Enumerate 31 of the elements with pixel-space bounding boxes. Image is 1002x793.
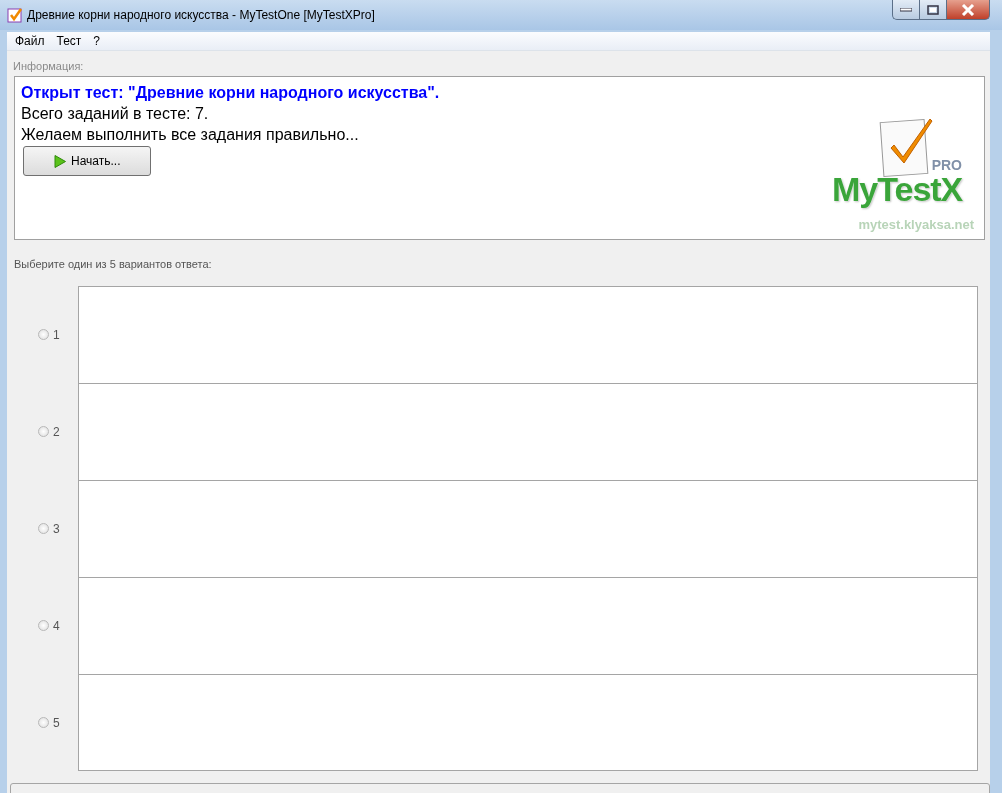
info-line: Желаем выполнить все задания правильно...	[21, 125, 359, 145]
radio-button[interactable]	[38, 620, 49, 631]
menu-item[interactable]: Файл	[9, 32, 51, 50]
test-heading: Открыт тест: "Древние корни народного искусства".	[21, 83, 440, 103]
radio-button[interactable]	[38, 426, 49, 437]
section-label: Информация:	[12, 59, 85, 72]
logo-text: MyTestX	[832, 170, 963, 209]
radio-button[interactable]	[38, 329, 49, 340]
option-number: 5	[53, 715, 60, 730]
menu-item[interactable]: ?	[87, 32, 107, 50]
logo-url: mytest.klyaksa.net	[858, 217, 974, 232]
minimize-icon	[900, 7, 912, 12]
start-button[interactable]: Начать...	[23, 146, 151, 176]
option-number: 1	[53, 327, 60, 342]
maximize-icon	[927, 4, 939, 15]
close-button[interactable]	[946, 0, 990, 20]
radio-button[interactable]	[38, 523, 49, 534]
app-icon	[7, 7, 23, 23]
minimize-button[interactable]	[892, 0, 919, 20]
pro-label: PRO	[931, 157, 962, 173]
info-line: Всего заданий в тесте: 7.	[21, 104, 209, 124]
play-icon	[54, 154, 66, 168]
option-number: 3	[53, 521, 60, 536]
window-title: Древние корни народного искусства - MyTestOne [MyTestXPro]	[27, 8, 375, 22]
question-prompt: Выберите один из 5 вариантов ответа:	[13, 257, 213, 272]
close-icon	[961, 3, 975, 16]
radio-button[interactable]	[38, 717, 49, 728]
option-number: 2	[53, 424, 60, 439]
menu-item[interactable]: Тест	[50, 32, 88, 50]
option-number: 4	[53, 618, 60, 633]
maximize-button[interactable]	[919, 0, 946, 20]
